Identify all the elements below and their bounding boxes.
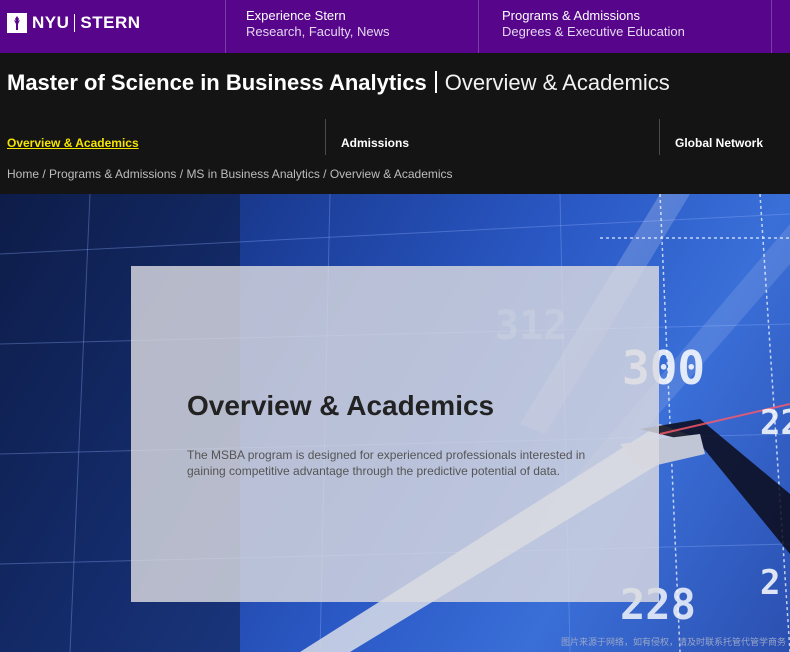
logo-nyu: NYU (32, 13, 70, 32)
top-nav-title: Experience Stern (246, 8, 346, 23)
title-divider (434, 71, 437, 93)
breadcrumb-programs-admissions[interactable]: Programs & Admissions (49, 167, 176, 181)
hero-card: Overview & Academics The MSBA program is… (131, 266, 659, 602)
subnav-divider (325, 119, 326, 155)
top-nav-divider (225, 0, 226, 53)
top-nav-subtitle: Degrees & Executive Education (502, 24, 685, 39)
nyu-torch-icon (7, 13, 27, 33)
hero-heading: Overview & Academics (187, 390, 495, 421)
subnav-divider (659, 119, 660, 155)
program-name: Master of Science in Business Analytics (7, 70, 427, 95)
top-nav-programs-admissions[interactable]: Programs & Admissions Degrees & Executiv… (502, 0, 685, 53)
image-number-2: 2 (760, 563, 780, 603)
logo-stern: STERN (80, 13, 141, 32)
breadcrumb-home[interactable]: Home (7, 167, 39, 181)
breadcrumb-ms-business-analytics[interactable]: MS in Business Analytics (186, 167, 319, 181)
top-nav-experience-stern[interactable]: Experience Stern Research, Faculty, News (246, 0, 390, 53)
section-nav: Overview & Academics Admissions Global N… (0, 119, 790, 155)
subnav-admissions[interactable]: Admissions (341, 136, 409, 150)
subnav-overview-academics[interactable]: Overview & Academics (7, 136, 139, 150)
program-header: Master of Science in Business Analytics O… (0, 53, 790, 194)
page-title: Master of Science in Business Analytics O… (7, 70, 670, 96)
nyu-stern-logo[interactable]: NYU STERN (7, 12, 141, 34)
top-bar: NYU STERN Experience Stern Research, Fac… (0, 0, 790, 53)
hero-description: The MSBA program is designed for experie… (187, 448, 586, 478)
subnav-global-network[interactable]: Global Network (675, 136, 763, 150)
top-nav-subtitle: Research, Faculty, News (246, 24, 390, 39)
image-number-22: 22 (760, 403, 790, 443)
hero-banner: 312 300 22 228 2 Overview & Academics Th… (0, 194, 790, 652)
section-name: Overview & Academics (444, 70, 670, 95)
top-nav-divider (771, 0, 772, 53)
breadcrumb-current: Overview & Academics (329, 167, 453, 181)
top-nav-title: Programs & Admissions (502, 8, 640, 23)
logo-divider (74, 14, 76, 32)
top-nav-divider (478, 0, 479, 53)
image-watermark: 图片来源于网络，如有侵权，请及时联系托管代管学商务 (560, 637, 786, 647)
breadcrumb: Home / Programs & Admissions / MS in Bus… (7, 167, 453, 181)
